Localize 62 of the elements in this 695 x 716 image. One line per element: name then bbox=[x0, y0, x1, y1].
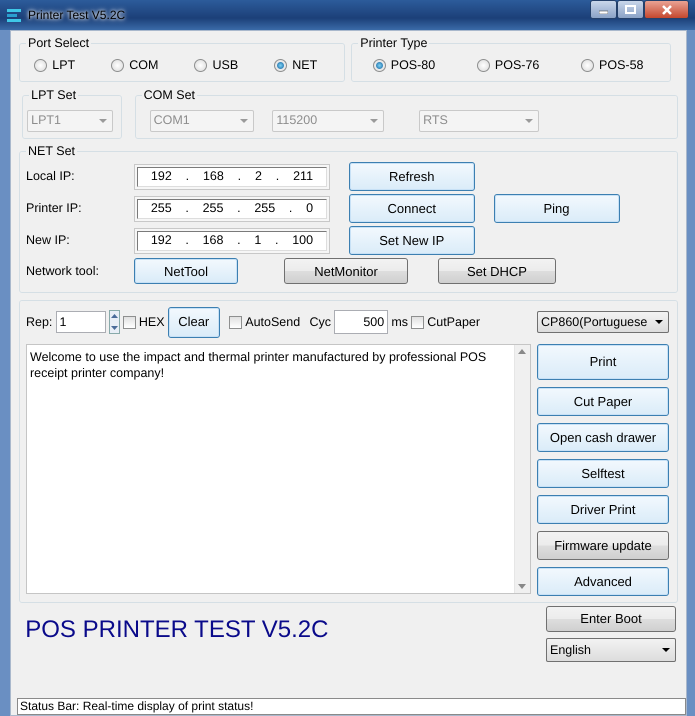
message-text-area[interactable]: Welcome to use the impact and thermal printer manufactured by professional POS receipt printer company! bbox=[26, 344, 531, 594]
checkbox[interactable]: CutPaper bbox=[411, 312, 480, 332]
close-button[interactable] bbox=[644, 0, 689, 19]
button[interactable]: Enter Boot bbox=[546, 606, 676, 632]
button[interactable]: Ping bbox=[494, 194, 620, 224]
field-label: Network tool: bbox=[26, 263, 100, 280]
maximize-button[interactable] bbox=[617, 0, 644, 19]
checkbox[interactable]: AutoSend bbox=[229, 312, 300, 332]
ip-address-field[interactable]: 255 . 255 . 255 . 0 bbox=[134, 196, 330, 222]
field-label: Local IP: bbox=[26, 168, 76, 186]
field-label: Cyc bbox=[310, 314, 332, 331]
checkbox[interactable]: HEX bbox=[122, 312, 165, 332]
codepage-dropdown[interactable]: CP860(Portuguese bbox=[537, 311, 669, 334]
radio-option[interactable]: POS-76 bbox=[476, 56, 540, 75]
app-icon bbox=[6, 7, 22, 23]
field-label: Printer IP: bbox=[26, 200, 83, 218]
caret-icon bbox=[525, 118, 534, 122]
button[interactable]: Firmware update bbox=[537, 530, 669, 560]
button[interactable]: Set DHCP bbox=[438, 258, 556, 284]
caret-icon bbox=[370, 118, 378, 122]
field-label: Rep: bbox=[26, 314, 52, 331]
ip-address-field[interactable]: 192 . 168 . 2 . 211 bbox=[134, 164, 330, 190]
repeat-count-field[interactable]: 1 bbox=[56, 311, 106, 334]
caret-icon bbox=[662, 648, 670, 652]
group-title: Printer Type bbox=[358, 35, 430, 52]
scroll-up-icon bbox=[518, 348, 526, 354]
caret-icon bbox=[655, 320, 663, 324]
radio-option[interactable]: NET bbox=[274, 56, 318, 75]
scrollbar[interactable] bbox=[514, 344, 530, 593]
button[interactable]: Selftest bbox=[537, 458, 669, 488]
radio-option[interactable]: POS-80 bbox=[372, 56, 436, 75]
cycle-field[interactable]: 500 bbox=[334, 310, 388, 334]
field-label: ms bbox=[391, 314, 408, 331]
button[interactable]: Print bbox=[537, 344, 669, 380]
radio-option[interactable]: USB bbox=[194, 56, 238, 75]
radio-option[interactable]: POS-58 bbox=[581, 56, 644, 75]
minimize-button[interactable] bbox=[590, 0, 617, 19]
button[interactable]: Connect bbox=[348, 194, 475, 224]
scroll-down-icon bbox=[518, 584, 526, 589]
button[interactable]: Advanced bbox=[537, 566, 669, 596]
message-text: Welcome to use the impact and thermal printer manufactured by professional POS receipt printer company! bbox=[29, 348, 488, 382]
spinner-icon bbox=[108, 310, 120, 334]
button[interactable]: NetTool bbox=[134, 258, 238, 284]
window-title: Printer Test V5.2C bbox=[28, 7, 126, 24]
button[interactable]: Clear bbox=[168, 306, 220, 338]
radio-option[interactable]: COM bbox=[111, 56, 158, 75]
button[interactable]: Set New IP bbox=[348, 226, 475, 256]
button[interactable]: Cut Paper bbox=[537, 386, 669, 416]
caret-icon bbox=[99, 118, 108, 122]
radio-option[interactable]: LPT bbox=[34, 56, 76, 75]
close-icon bbox=[662, 4, 672, 14]
field-label: New IP: bbox=[26, 232, 71, 250]
caret-icon bbox=[240, 118, 248, 122]
banner-title: POS PRINTER TEST V5.2C bbox=[24, 615, 328, 646]
ip-address-field[interactable]: 192 . 168 . 1 . 100 bbox=[134, 228, 330, 254]
button[interactable]: Driver Print bbox=[537, 494, 669, 524]
button[interactable]: NetMonitor bbox=[284, 258, 408, 284]
maximize-icon bbox=[625, 5, 636, 14]
language-dropdown[interactable]: English bbox=[546, 638, 676, 662]
status-bar: Status Bar: Real-time display of print status! bbox=[17, 698, 686, 715]
button[interactable]: Refresh bbox=[348, 162, 475, 191]
button[interactable]: Open cash drawer bbox=[537, 422, 669, 452]
